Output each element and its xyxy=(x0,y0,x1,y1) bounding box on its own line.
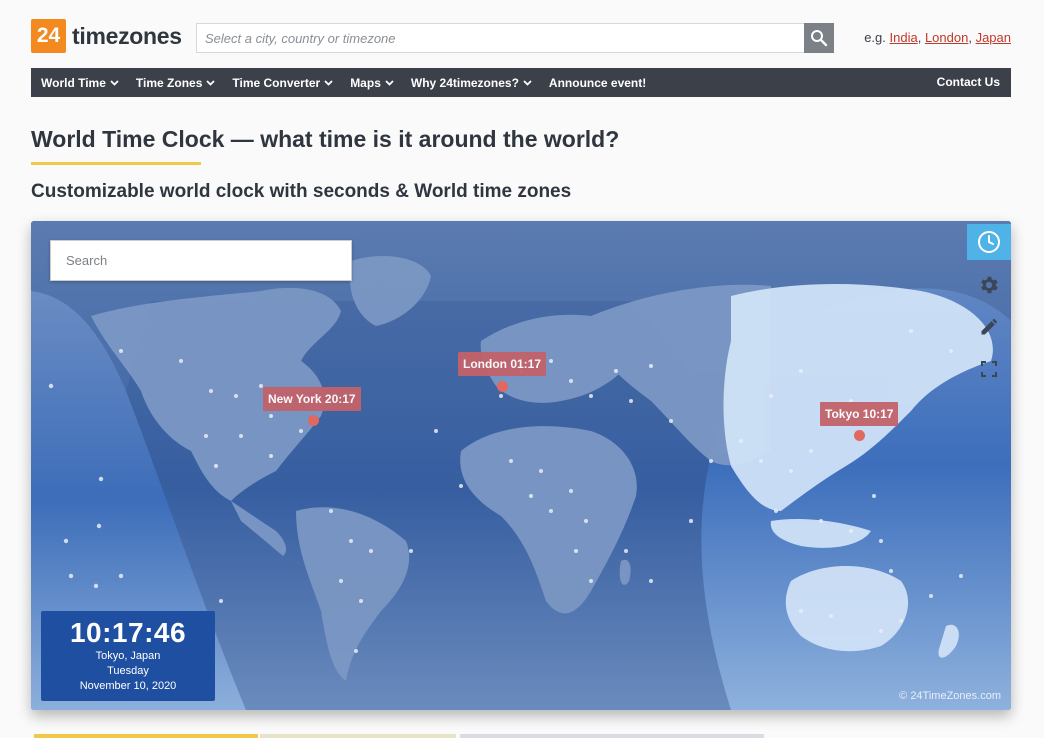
bottom-tab-2[interactable] xyxy=(260,734,456,738)
search-icon xyxy=(811,30,828,47)
clock-toggle-button[interactable] xyxy=(967,224,1011,260)
edit-button[interactable] xyxy=(977,315,1001,339)
map-copyright: © 24TimeZones.com xyxy=(899,690,1001,702)
chevron-down-icon xyxy=(385,79,394,86)
nav-contact-us[interactable]: Contact Us xyxy=(937,75,1000,89)
current-place: Tokyo, Japan xyxy=(95,650,161,662)
current-day: Tuesday xyxy=(107,665,149,677)
nav-why-24timezones[interactable]: Why 24timezones? xyxy=(411,76,532,90)
city-label-tokyo[interactable]: Tokyo 10:17 xyxy=(820,402,899,426)
main-navbar: World Time Time Zones Time Converter Map… xyxy=(31,68,1011,97)
logo-badge: 24 xyxy=(31,19,66,53)
gear-icon xyxy=(981,276,998,294)
chevron-down-icon xyxy=(110,79,119,86)
site-search-button[interactable] xyxy=(804,23,834,53)
current-time-box: 10:17:46 Tokyo, Japan Tuesday November 1… xyxy=(41,611,215,701)
current-date: November 10, 2020 xyxy=(79,680,177,692)
city-marker-new-york[interactable] xyxy=(308,415,319,426)
fullscreen-icon xyxy=(981,361,997,377)
site-search-input[interactable] xyxy=(197,24,833,52)
site-search-box xyxy=(196,23,834,53)
nav-maps[interactable]: Maps xyxy=(350,76,394,90)
site-header: 24 timezones e.g. India, London, Japan xyxy=(31,18,1011,58)
current-time: 10:17:46 xyxy=(69,617,187,648)
pencil-icon xyxy=(981,318,998,335)
nav-label: World Time xyxy=(41,75,106,90)
nav-announce-event[interactable]: Announce event! xyxy=(549,76,646,90)
fullscreen-button[interactable] xyxy=(977,357,1001,381)
clock-icon xyxy=(978,231,1000,253)
city-label-new-york[interactable]: New York 20:17 xyxy=(263,387,361,411)
map-search-box xyxy=(50,240,352,281)
city-marker-london[interactable] xyxy=(497,381,508,392)
page-title: World Time Clock — what time is it aroun… xyxy=(31,126,620,152)
world-clock-map[interactable]: London 01:17 New York 20:17 Tokyo 10:17 … xyxy=(31,221,1011,710)
nav-time-converter[interactable]: Time Converter xyxy=(232,76,333,90)
chevron-down-icon xyxy=(206,79,216,86)
nav-label: Announce event! xyxy=(548,75,647,90)
chevron-down-icon xyxy=(523,79,532,86)
map-search-input[interactable] xyxy=(51,241,351,280)
examples-prefix: e.g. xyxy=(864,30,886,45)
city-label-london[interactable]: London 01:17 xyxy=(458,352,547,376)
example-link-london[interactable]: London xyxy=(925,30,968,45)
city-marker-tokyo[interactable] xyxy=(854,430,865,441)
bottom-tab-1[interactable] xyxy=(34,734,258,738)
nav-label: Maps xyxy=(350,75,381,90)
example-link-japan[interactable]: Japan xyxy=(976,30,1011,45)
nav-label: Why 24timezones? xyxy=(410,75,519,90)
chevron-down-icon xyxy=(324,79,333,86)
bottom-tab-3[interactable] xyxy=(460,734,764,738)
nav-world-time[interactable]: World Time xyxy=(41,76,119,90)
site-logo[interactable]: 24 timezones xyxy=(31,19,182,53)
search-examples: e.g. India, London, Japan xyxy=(864,30,1011,45)
nav-label: Time Converter xyxy=(232,75,321,90)
settings-button[interactable] xyxy=(977,273,1001,297)
example-link-india[interactable]: India xyxy=(890,30,918,45)
nav-time-zones[interactable]: Time Zones xyxy=(135,75,216,90)
page-subtitle: Customizable world clock with seconds & … xyxy=(31,181,572,202)
logo-text: timezones xyxy=(72,22,182,49)
nav-label: Time Zones xyxy=(135,75,203,90)
title-underline xyxy=(31,162,201,165)
